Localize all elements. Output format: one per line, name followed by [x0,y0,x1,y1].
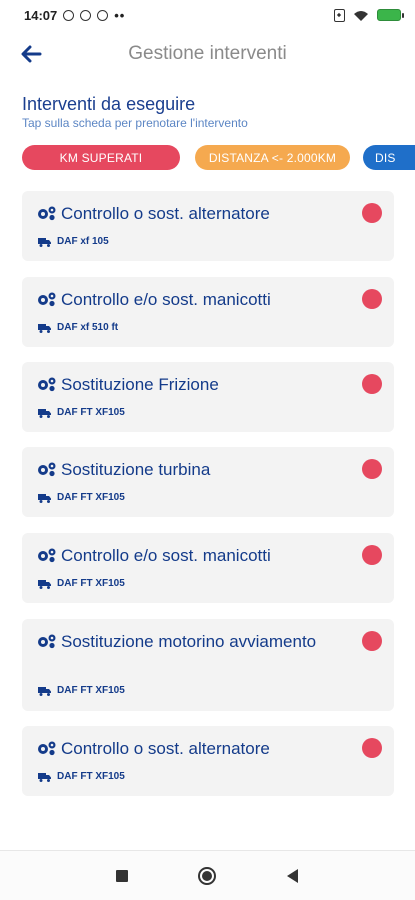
card-title: Controllo o sost. alternatore [36,738,356,760]
notification-icon [63,9,75,21]
card-vehicle: DAF xf 105 [38,236,109,247]
card-title-text: Sostituzione motorino avviamento [61,632,317,651]
gears-icon [38,634,56,649]
status-left: 14:07 •• [24,8,125,23]
filter-chip-dis[interactable]: DIS [363,145,415,170]
gears-icon [38,292,56,307]
status-dot [362,545,382,565]
card-vehicle-text: DAF FT XF105 [57,492,125,503]
card-title: Controllo o sost. alternatore [36,203,356,225]
card-vehicle-text: DAF FT XF105 [57,685,125,696]
card-title: Controllo e/o sost. manicotti [36,545,356,567]
home-button[interactable] [198,867,216,885]
card-vehicle: DAF FT XF105 [38,685,125,696]
card-title-text: Sostituzione Frizione [61,375,219,394]
truck-icon [38,772,51,782]
card-vehicle-text: DAF FT XF105 [57,578,125,589]
page-title: Gestione interventi [128,43,287,64]
status-dot [362,459,382,479]
wifi-icon [354,10,368,21]
card-vehicle: DAF FT XF105 [38,407,125,418]
section-heading: Interventi da eseguire Tap sulla scheda … [22,94,248,130]
card-title-text: Controllo o sost. alternatore [61,739,270,758]
truck-icon [38,493,51,503]
system-nav-bar [0,850,415,900]
card-vehicle-text: DAF FT XF105 [57,771,125,782]
system-back-button[interactable] [287,869,298,883]
card-title: Sostituzione turbina [36,459,356,481]
card-title-text: Controllo o sost. alternatore [61,204,270,223]
card-vehicle: DAF xf 510 ft [38,322,118,333]
card-title: Controllo e/o sost. manicotti [36,289,356,311]
card-title-text: Controllo e/o sost. manicotti [61,546,271,565]
card-vehicle-text: DAF xf 510 ft [57,322,119,333]
status-dot [362,289,382,309]
status-dot [362,631,382,651]
status-dot [362,203,382,223]
status-dot [362,738,382,758]
intervention-card[interactable]: Controllo e/o sost. manicotti DAF FT XF1… [22,533,394,603]
gears-icon [38,548,56,563]
section-subtitle: Tap sulla scheda per prenotare l'interve… [22,116,248,130]
section-title: Interventi da eseguire [22,94,196,114]
card-vehicle: DAF FT XF105 [38,771,125,782]
truck-icon [38,408,51,418]
status-right [334,8,404,22]
gears-icon [38,377,56,392]
notification-icon [97,9,109,21]
card-vehicle: DAF FT XF105 [38,578,125,589]
more-notifications-icon: •• [114,7,126,23]
recents-button[interactable] [116,870,128,882]
status-time: 14:07 [24,7,58,23]
gears-icon [38,462,56,477]
gears-icon [38,741,56,756]
card-vehicle-text: DAF FT XF105 [57,407,125,418]
card-title: Sostituzione Frizione [36,374,356,396]
filter-chip-distanza[interactable]: DISTANZA <- 2.000KM [195,145,350,170]
gears-icon [38,206,56,221]
app-header: Gestione interventi [0,30,415,78]
intervention-card[interactable]: Controllo e/o sost. manicotti DAF xf 510… [22,277,394,347]
intervention-card[interactable]: Controllo o sost. alternatore DAF xf 105 [22,191,394,261]
back-button[interactable] [16,40,46,68]
intervention-card[interactable]: Controllo o sost. alternatore DAF FT XF1… [22,726,394,796]
notification-icon [80,9,92,21]
intervention-card[interactable]: Sostituzione motorino avviamento DAF FT … [22,619,394,711]
arrow-left-icon [21,45,42,63]
intervention-card[interactable]: Sostituzione turbina DAF FT XF105 [22,447,394,517]
intervention-card[interactable]: Sostituzione Frizione DAF FT XF105 [22,362,394,432]
sim-icon [334,8,345,22]
truck-icon [38,323,51,333]
card-title: Sostituzione motorino avviamento [36,631,356,653]
filter-chip-km-superati[interactable]: KM SUPERATI [22,145,180,170]
card-vehicle-text: DAF xf 105 [57,236,109,247]
app-screen: 14:07 •• Gestione interventi Interventi … [0,0,415,900]
card-vehicle: DAF FT XF105 [38,492,125,503]
truck-icon [38,686,51,696]
battery-icon [377,9,404,21]
truck-icon [38,579,51,589]
status-dot [362,374,382,394]
filter-chips: KM SUPERATI DISTANZA <- 2.000KM DIS [22,145,415,171]
card-title-text: Controllo e/o sost. manicotti [61,290,271,309]
truck-icon [38,237,51,247]
card-title-text: Sostituzione turbina [61,460,211,479]
status-bar: 14:07 •• [0,0,415,30]
